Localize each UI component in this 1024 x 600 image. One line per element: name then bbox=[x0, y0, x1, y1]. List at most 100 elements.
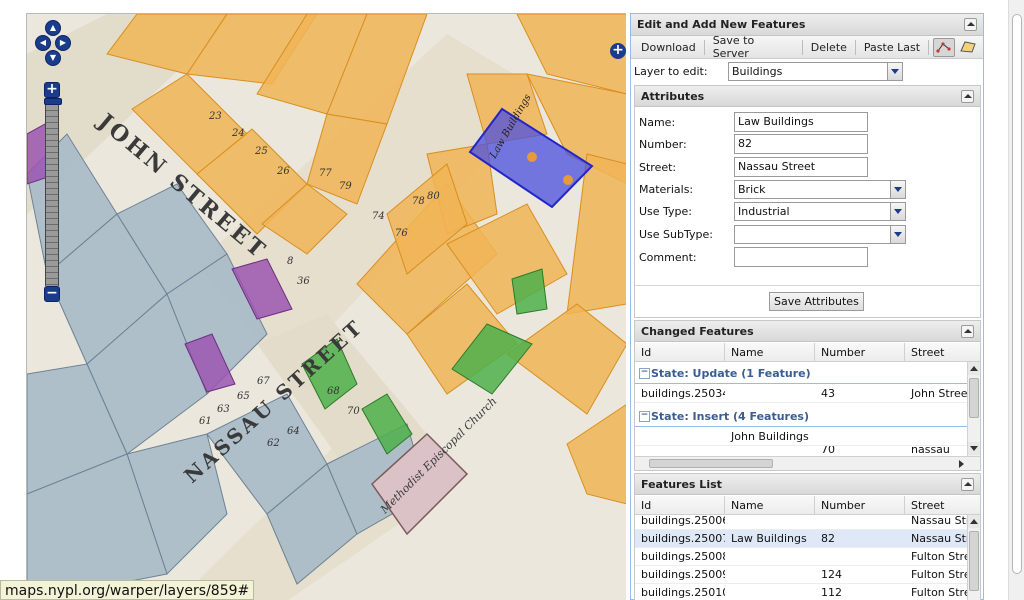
materials-select[interactable]: Brick bbox=[734, 180, 906, 199]
name-label: Name: bbox=[639, 115, 676, 129]
collapse-icon[interactable] bbox=[961, 477, 974, 491]
pan-up-icon[interactable]: ▲ bbox=[45, 20, 61, 36]
svg-text:25: 25 bbox=[254, 146, 268, 157]
svg-text:70: 70 bbox=[347, 406, 360, 417]
zoom-handle[interactable] bbox=[44, 98, 62, 105]
toolbar-separator bbox=[928, 39, 930, 55]
column-header-street[interactable]: Street bbox=[905, 496, 980, 515]
column-header-name[interactable]: Name bbox=[725, 496, 815, 515]
save-to-server-button[interactable]: Save to Server bbox=[707, 32, 800, 62]
dropdown-arrow-icon[interactable] bbox=[890, 203, 905, 220]
table-row[interactable]: buildings.25010 112 Fulton Street bbox=[635, 584, 968, 600]
changed-features-header: Changed Features bbox=[635, 321, 980, 342]
layer-select-value: Buildings bbox=[732, 64, 783, 78]
map-canvas[interactable]: JOHN STREET NASSAU STREET Methodist Epis… bbox=[27, 14, 626, 600]
svg-text:79: 79 bbox=[339, 181, 352, 192]
use-subtype-select[interactable] bbox=[734, 225, 906, 244]
save-attributes-button[interactable]: Save Attributes bbox=[769, 292, 864, 311]
street-field[interactable]: Nassau Street bbox=[734, 157, 868, 177]
hscroll-thumb[interactable] bbox=[649, 459, 773, 468]
table-row[interactable]: John Buildings bbox=[635, 428, 968, 446]
dropdown-arrow-icon[interactable] bbox=[890, 181, 905, 198]
cell-number: 124 bbox=[821, 568, 842, 581]
cell-id: buildings.25034 bbox=[641, 387, 725, 400]
svg-text:26: 26 bbox=[276, 166, 290, 177]
svg-text:24: 24 bbox=[231, 128, 245, 139]
column-header-id[interactable]: Id bbox=[635, 496, 725, 515]
svg-text:23: 23 bbox=[208, 111, 222, 122]
changed-features-vscroll[interactable] bbox=[967, 362, 980, 456]
svg-text:78: 78 bbox=[412, 196, 425, 207]
use-type-label: Use Type: bbox=[639, 205, 693, 218]
download-button[interactable]: Download bbox=[635, 39, 702, 56]
zoom-in-icon[interactable]: + bbox=[44, 82, 60, 98]
name-field[interactable]: Law Buildings bbox=[734, 112, 868, 132]
scroll-down-icon[interactable] bbox=[968, 442, 980, 455]
dropdown-arrow-icon[interactable] bbox=[887, 62, 902, 80]
changed-features-panel: Changed Features Id Name Number Street S… bbox=[634, 320, 981, 471]
use-type-select[interactable]: Industrial bbox=[734, 202, 906, 221]
table-row-selected[interactable]: buildings.25007 Law Buildings 82 Nassau … bbox=[635, 530, 968, 548]
collapse-icon[interactable] bbox=[964, 18, 977, 31]
features-list-title: Features List bbox=[641, 477, 722, 491]
column-header-id[interactable]: Id bbox=[635, 343, 725, 362]
column-header-number[interactable]: Number bbox=[815, 496, 905, 515]
materials-label: Materials: bbox=[639, 183, 694, 196]
group-state-insert[interactable]: State: Insert (4 Features) bbox=[635, 407, 968, 427]
attr-row-comment: Comment: bbox=[639, 247, 868, 267]
scroll-thumb[interactable] bbox=[969, 531, 979, 591]
scroll-right-icon[interactable] bbox=[959, 460, 964, 468]
page-scrollbar[interactable] bbox=[1008, 0, 1024, 600]
use-type-select-value: Industrial bbox=[738, 205, 790, 218]
features-list-panel: Features List Id Name Number Street buil… bbox=[634, 473, 981, 600]
draw-polygon-icon[interactable] bbox=[957, 38, 979, 57]
layer-switcher-plus-icon[interactable]: + bbox=[610, 43, 626, 59]
features-list-header: Features List bbox=[635, 474, 980, 495]
column-header-name[interactable]: Name bbox=[725, 343, 815, 362]
toolbar-separator bbox=[703, 39, 705, 55]
number-field[interactable]: 82 bbox=[734, 134, 868, 154]
map-navigation: ▲ ◀ ▶ ▼ + − bbox=[33, 20, 73, 310]
features-list-body: buildings.25006 Nassau Street buildings.… bbox=[635, 515, 980, 600]
pan-right-icon[interactable]: ▶ bbox=[55, 35, 71, 51]
column-header-street[interactable]: Street bbox=[905, 343, 980, 362]
zoom-track[interactable] bbox=[44, 98, 62, 286]
pan-down-icon[interactable]: ▼ bbox=[45, 50, 61, 66]
collapse-icon[interactable] bbox=[961, 324, 974, 338]
table-row[interactable]: buildings.25006 Nassau Street bbox=[635, 515, 968, 530]
layer-select[interactable]: Buildings bbox=[728, 61, 903, 81]
attr-row-materials: Materials: Brick bbox=[639, 180, 906, 199]
comment-field[interactable] bbox=[734, 247, 868, 267]
scroll-up-icon[interactable] bbox=[968, 515, 980, 528]
features-list-vscroll[interactable] bbox=[967, 515, 980, 600]
cell-id: buildings.25006 bbox=[641, 515, 725, 527]
collapse-icon[interactable] bbox=[961, 89, 974, 103]
draw-line-icon[interactable] bbox=[933, 37, 956, 57]
delete-button[interactable]: Delete bbox=[805, 39, 853, 56]
pan-left-icon[interactable]: ◀ bbox=[35, 35, 51, 51]
svg-text:63: 63 bbox=[217, 404, 230, 415]
table-row[interactable]: buildings.25034 43 John Street bbox=[635, 385, 968, 403]
paste-last-button[interactable]: Paste Last bbox=[858, 39, 926, 56]
page-scroll-thumb[interactable] bbox=[1012, 14, 1022, 574]
attributes-header: Attributes bbox=[635, 86, 980, 107]
attr-row-use-type: Use Type: Industrial bbox=[639, 202, 906, 221]
group-state-update[interactable]: State: Update (1 Feature) bbox=[635, 364, 968, 384]
scroll-thumb[interactable] bbox=[969, 378, 979, 418]
scroll-up-icon[interactable] bbox=[968, 362, 980, 375]
table-row[interactable]: buildings.25008 Fulton Street bbox=[635, 548, 968, 566]
street-label: Street: bbox=[639, 160, 677, 174]
dropdown-arrow-icon[interactable] bbox=[890, 226, 905, 243]
column-header-number[interactable]: Number bbox=[815, 343, 905, 362]
zoom-slider[interactable]: + − bbox=[44, 82, 62, 304]
table-row[interactable]: buildings.25009 124 Fulton Street bbox=[635, 566, 968, 584]
attr-row-name: Name: Law Buildings bbox=[639, 112, 868, 132]
map-viewport[interactable]: JOHN STREET NASSAU STREET Methodist Epis… bbox=[26, 13, 626, 600]
changed-features-hscroll[interactable] bbox=[635, 456, 980, 470]
cell-number: 112 bbox=[821, 586, 842, 599]
zoom-out-icon[interactable]: − bbox=[44, 286, 60, 302]
cell-street: Fulton Street bbox=[911, 586, 968, 599]
table-row-partial[interactable]: 70 nassau bbox=[635, 446, 968, 456]
features-list-columns: Id Name Number Street bbox=[635, 496, 980, 515]
cell-id: buildings.25009 bbox=[641, 568, 725, 581]
